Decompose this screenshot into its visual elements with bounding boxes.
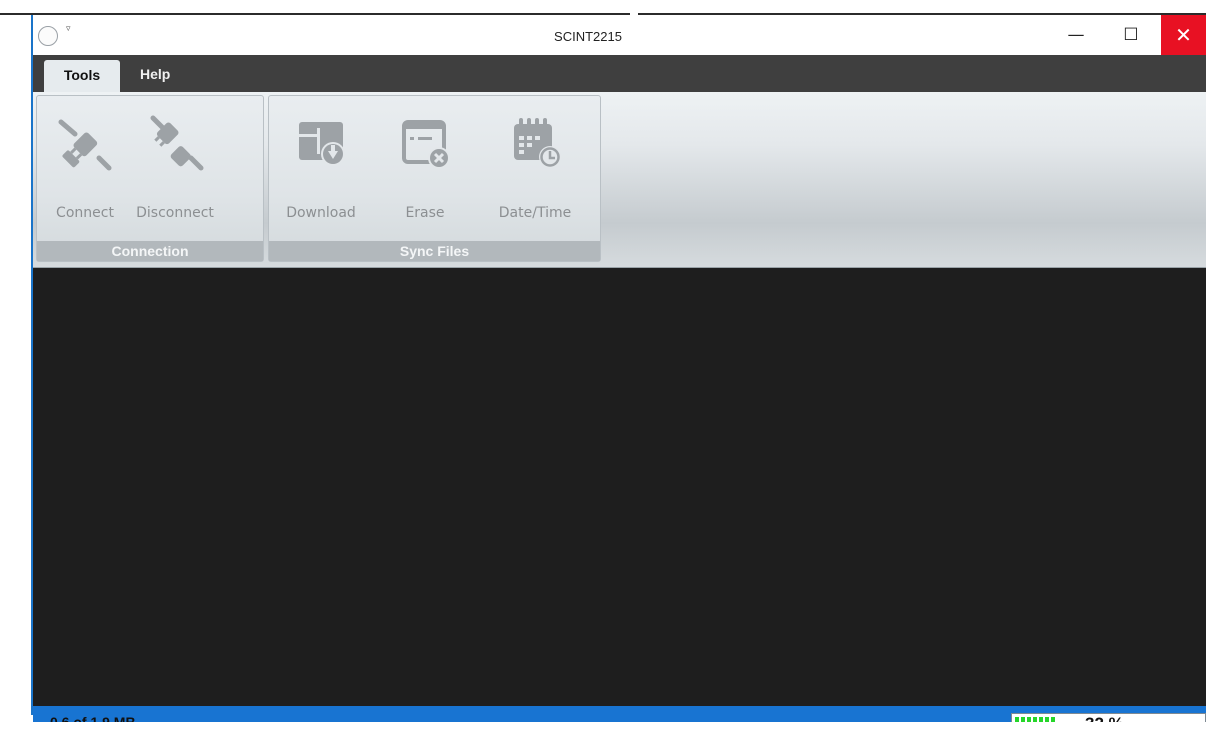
minimize-button[interactable]: —	[1053, 15, 1099, 55]
date-time-button[interactable]: Date/Time	[493, 106, 577, 236]
disconnect-button[interactable]: Disconnect	[133, 106, 217, 236]
tab-help[interactable]: Help	[140, 66, 170, 82]
app-window: ▿ SCINT2215 — ☐ ✕ Tools Help Connect Dis…	[33, 15, 1206, 737]
connect-button[interactable]: Connect	[43, 106, 127, 236]
date-time-label: Date/Time	[498, 205, 572, 221]
connect-label: Connect	[56, 205, 114, 221]
download-icon	[299, 122, 345, 166]
calendar-clock-icon	[514, 118, 561, 168]
ribbon-panel: Connect Disconnect Connection Download E…	[33, 92, 1206, 268]
main-content-area[interactable]	[33, 268, 1206, 706]
ribbon-group-sync-files: Download Erase Date/Time Sync Files	[268, 95, 601, 262]
close-button[interactable]: ✕	[1161, 15, 1206, 55]
maximize-button[interactable]: ☐	[1108, 15, 1154, 55]
group-label-connection: Connection	[37, 241, 263, 261]
plug-disconnect-icon	[150, 115, 204, 171]
group-label-sync-files: Sync Files	[269, 241, 600, 261]
erase-icon	[402, 120, 450, 169]
erase-label: Erase	[405, 205, 445, 221]
disconnect-label: Disconnect	[136, 205, 214, 221]
window-title: SCINT2215	[554, 29, 622, 44]
download-button[interactable]: Download	[279, 106, 363, 236]
plug-connect-icon	[58, 119, 112, 171]
ribbon-tab-bar: Tools Help	[33, 55, 1206, 92]
title-bar[interactable]: ▿ SCINT2215 — ☐ ✕	[33, 15, 1206, 55]
download-label: Download	[286, 205, 356, 221]
ribbon-group-connection: Connect Disconnect Connection	[36, 95, 264, 262]
erase-button[interactable]: Erase	[383, 106, 467, 236]
below-window-area	[0, 722, 1206, 753]
tab-tools[interactable]: Tools	[44, 60, 120, 92]
